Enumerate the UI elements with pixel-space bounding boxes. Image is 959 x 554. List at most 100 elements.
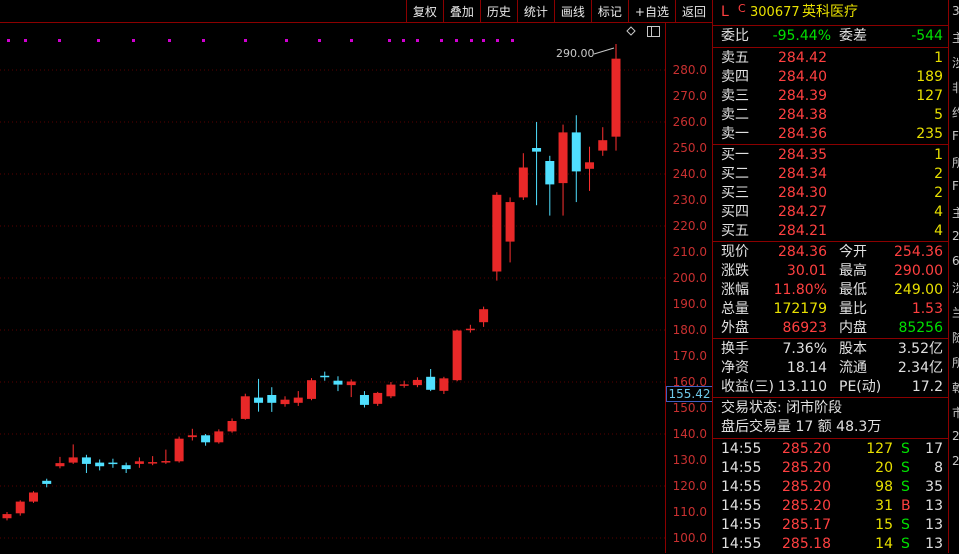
label: 买一 [721, 147, 749, 163]
trade-side: S [901, 536, 910, 552]
marker-dot [388, 39, 391, 42]
marker-dot [470, 39, 473, 42]
candle-body [2, 514, 12, 519]
candle-body [518, 167, 528, 198]
value: 85256 [898, 320, 943, 336]
toolbar-button[interactable]: 叠加 [442, 0, 480, 22]
marker-dot [402, 39, 405, 42]
y-tick-label: 160.0 [672, 375, 707, 389]
clipped-char: 主 [952, 31, 959, 45]
label: 净资 [721, 360, 749, 376]
stat-row: 涨幅 11.80% 最低 249.00 [713, 281, 949, 300]
l-flag: L [721, 4, 729, 20]
bid-row: 买二 284.34 2 [713, 165, 949, 184]
candle-body [373, 392, 383, 404]
toolbar-button[interactable]: 画线 [553, 0, 591, 22]
price: 284.27 [778, 204, 827, 220]
panel-separator [713, 338, 949, 339]
marker-dot [482, 39, 485, 42]
label: 卖二 [721, 107, 749, 123]
y-tick-label: 130.0 [672, 453, 707, 467]
trade-time: 14:55 [721, 517, 762, 533]
volume: 1 [934, 147, 943, 163]
clipped-char: 2 [952, 454, 959, 468]
value: 17.2 [911, 379, 943, 395]
candle-body [108, 462, 118, 465]
toolbar-button[interactable]: 历史 [479, 0, 517, 22]
weibi-row: 委比 -95.44% 委差 -544 [713, 27, 949, 46]
candle-body [346, 381, 356, 386]
label: 委差 [839, 28, 867, 44]
candle-body [214, 431, 224, 443]
volume: 189 [916, 69, 943, 85]
trade-row: 14:55 285.17 15 S 13 [713, 516, 949, 535]
trade-row: 14:55 285.20 127 S 17 [713, 440, 949, 459]
volume: 5 [934, 107, 943, 123]
value: -544 [911, 28, 943, 44]
marker-dot [285, 39, 288, 42]
trade-time: 14:55 [721, 536, 762, 552]
label: 卖三 [721, 88, 749, 104]
value: 30.01 [786, 263, 827, 279]
label: 换手 [721, 341, 749, 357]
toolbar-button[interactable]: 复权 [405, 0, 443, 22]
value: -95.44% [772, 28, 831, 44]
candle-body [465, 328, 475, 331]
trade-volume: 31 [875, 498, 893, 514]
value: 172179 [773, 301, 827, 317]
toolbar-button[interactable]: +自选 [627, 0, 675, 22]
candle-body [307, 380, 316, 399]
y-tick-label: 150.0 [672, 401, 707, 415]
fundamental-row: 收益(三) 13.110 PE(动) 17.2 [713, 378, 949, 397]
y-tick-label: 280.0 [672, 63, 707, 77]
price: 284.35 [778, 147, 827, 163]
y-tick-label: 120.0 [672, 479, 707, 493]
trade-volume: 127 [866, 441, 893, 457]
label: 总量 [721, 301, 749, 317]
toolbar-button[interactable]: 标记 [590, 0, 628, 22]
marker-dot [496, 39, 499, 42]
y-tick-label: 260.0 [672, 115, 707, 129]
stat-row: 外盘 86923 内盘 85256 [713, 319, 949, 338]
trade-time: 14:55 [721, 498, 762, 514]
candle-body [227, 421, 237, 432]
c-flag: C [738, 2, 746, 15]
price: 284.40 [778, 69, 827, 85]
clipped-char: 3 [952, 4, 959, 18]
marker-dot [350, 39, 353, 42]
candlestick-chart[interactable]: 290.00 [0, 0, 665, 553]
toolbar-button[interactable]: 统计 [516, 0, 554, 22]
trade-row: 14:55 285.20 31 B 13 [713, 497, 949, 516]
stock-code: 300677 [750, 5, 800, 20]
candle-body [452, 330, 462, 381]
bid-row: 买三 284.30 2 [713, 184, 949, 203]
clipped-right-panel: 3主涉非约F所F主26涉兰随所乾市22 [948, 0, 959, 553]
candle-body [161, 461, 171, 463]
window-icon [647, 26, 660, 37]
label: 涨跌 [721, 263, 749, 279]
marker-dot [202, 39, 205, 42]
clipped-char: 非 [952, 81, 959, 95]
bid-row: 买四 284.27 4 [713, 203, 949, 222]
toolbar-button[interactable]: 返回 [674, 0, 712, 22]
value: 86923 [782, 320, 827, 336]
candle-body [121, 465, 131, 470]
price: 284.38 [778, 107, 827, 123]
y-tick-label: 100.0 [672, 531, 707, 545]
label: 内盘 [839, 320, 867, 336]
candle-body [55, 463, 65, 467]
clipped-char: 2 [952, 429, 959, 443]
candle-body [280, 399, 290, 405]
label: 最高 [839, 263, 867, 279]
candle-body [571, 132, 581, 172]
clipped-char: 2 [952, 229, 959, 243]
marker-dot [440, 39, 443, 42]
candle-body [15, 501, 25, 514]
candle-body [439, 378, 449, 391]
trade-time: 14:55 [721, 479, 762, 495]
candle-body [201, 435, 211, 443]
value: 249.00 [894, 282, 943, 298]
candle-body [611, 58, 621, 137]
label: 涨幅 [721, 282, 749, 298]
label: 买四 [721, 204, 749, 220]
